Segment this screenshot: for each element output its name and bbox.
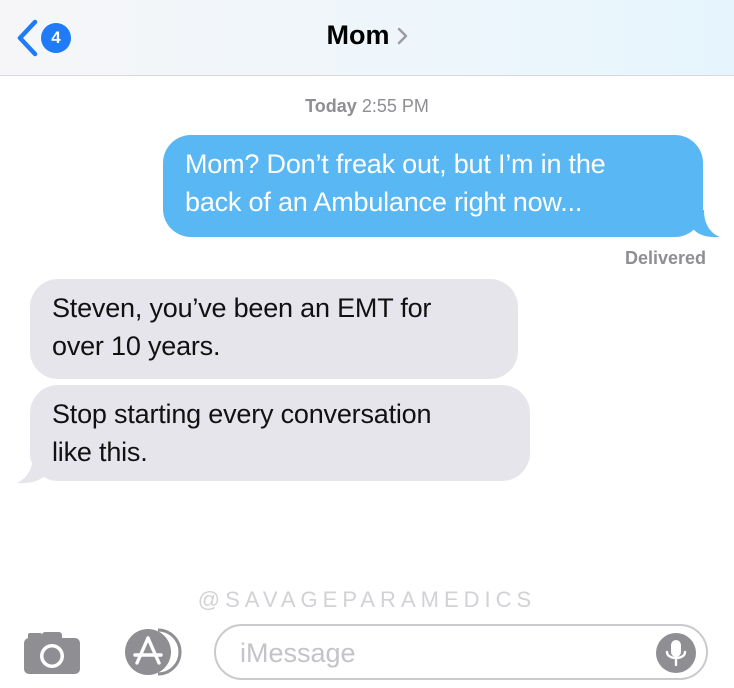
camera-icon[interactable] (22, 628, 82, 676)
watermark: @SAVAGEPARAMEDICS (197, 587, 537, 612)
message-input-field[interactable] (214, 624, 708, 680)
received-message-bubble[interactable]: Stop starting every conversation like th… (30, 385, 530, 481)
chevron-right-icon (397, 27, 407, 44)
message-input[interactable] (240, 634, 640, 672)
received-message-bubble[interactable]: Steven, you’ve been an EMT for over 10 y… (30, 279, 518, 379)
received-message-line: Stop starting every conversation (52, 399, 432, 429)
received-bubble-tail (17, 454, 45, 484)
contact-name: Mom (326, 20, 390, 50)
app-store-icon[interactable] (118, 626, 184, 678)
microphone-icon[interactable] (656, 633, 696, 673)
received-message-line: like this. (52, 437, 148, 467)
navigation-header: 4 Mom (0, 0, 734, 76)
sent-message-line: back of an Ambulance right now... (185, 187, 583, 217)
composer-bar (0, 612, 734, 688)
timestamp-time: 2:55 PM (361, 96, 429, 116)
sent-message-line: Mom? Don’t freak out, but I’m in the (185, 149, 606, 179)
timestamp-day: Today (305, 96, 357, 116)
message-timestamp: Today 2:55 PM (0, 96, 734, 117)
contact-title-button[interactable]: Mom (0, 20, 734, 51)
imessage-screen: 4 Mom Today 2:55 PM Mom? Don’t freak out… (0, 0, 734, 688)
received-message-line: Steven, you’ve been an EMT for (52, 293, 432, 323)
delivery-status: Delivered (624, 248, 706, 268)
received-message-line: over 10 years. (52, 331, 221, 361)
sent-bubble-tail (694, 210, 720, 238)
sent-message-bubble[interactable]: Mom? Don’t freak out, but I’m in the bac… (163, 135, 703, 237)
